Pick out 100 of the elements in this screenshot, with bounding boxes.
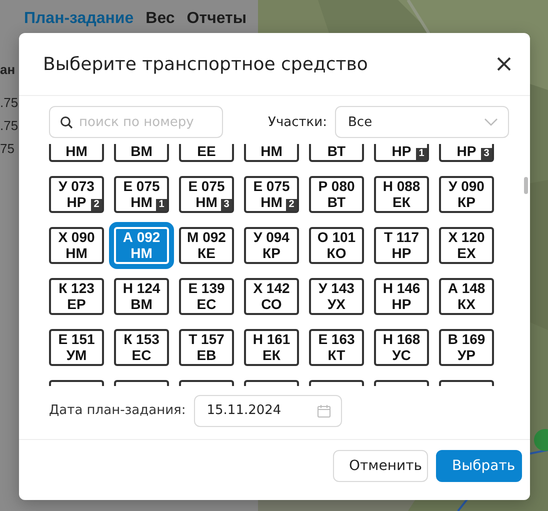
count-badge: 3 <box>481 148 492 160</box>
plate-region: КХ <box>458 296 476 312</box>
plate-region: ЕР <box>67 296 86 312</box>
plate-number: Е 151 <box>58 331 95 347</box>
plate-region: ЕХ <box>457 245 476 261</box>
plate-tile[interactable]: ВТ <box>309 144 364 162</box>
plate-number: В 169 <box>448 331 486 347</box>
plate-region: НР <box>392 296 412 312</box>
plate-region: НМ <box>260 144 282 159</box>
plate-tile[interactable]: Н 124 ВМ <box>114 278 169 315</box>
plate-region: КЕ <box>198 245 216 261</box>
plate-tile[interactable]: Е 075 НМ 1 <box>114 176 169 213</box>
plate-number: Н 168 <box>382 331 420 347</box>
plate-tile[interactable]: НМ <box>49 144 104 162</box>
plate-tile[interactable]: К 153 ЕС <box>114 329 169 366</box>
plate-number: К 153 <box>124 331 160 347</box>
area-dropdown[interactable]: Все <box>335 106 509 138</box>
plate-number: У 094 <box>254 229 290 245</box>
plate-region: ВМ <box>130 144 152 159</box>
plate-number: М 092 <box>187 229 226 245</box>
plate-tile[interactable]: Х 090 НМ <box>49 227 104 264</box>
date-label: Дата план-задания: <box>49 403 186 418</box>
plate-region: НР <box>66 194 86 210</box>
plate-number: Х 120 <box>448 229 485 245</box>
table-cell: .75 <box>0 95 18 110</box>
plate-tile[interactable]: У 090 КР <box>439 176 494 213</box>
plate-region: ВТ <box>327 194 346 210</box>
cancel-button[interactable]: Отменить <box>333 450 428 482</box>
table-cell: 75 <box>0 141 14 156</box>
select-button[interactable]: Выбрать <box>436 450 522 482</box>
plate-tile[interactable]: Н 161 ЕК <box>244 329 299 366</box>
plate-tile[interactable]: НМ <box>244 144 299 162</box>
plate-tile[interactable]: Т 117 НР <box>374 227 429 264</box>
count-badge: 1 <box>156 199 167 211</box>
plate-region: КО <box>326 245 346 261</box>
plate-tile[interactable]: К 123 ЕР <box>49 278 104 315</box>
plate-tile[interactable]: У 073 НР 2 <box>49 176 104 213</box>
plate-region: ЕС <box>132 347 152 363</box>
plate-tile[interactable]: У 094 КР <box>244 227 299 264</box>
count-badge: 2 <box>286 199 297 211</box>
plate-number: А 148 <box>448 280 486 296</box>
plate-region: НР <box>392 245 412 261</box>
chevron-icon <box>484 118 498 126</box>
plate-tile[interactable]: А 148 КХ <box>439 278 494 315</box>
plate-region: СО <box>261 296 282 312</box>
plate-tile[interactable]: НР 1 <box>374 144 429 162</box>
plate-tile[interactable]: О 101 КО <box>309 227 364 264</box>
table-cell: ан <box>0 62 16 77</box>
plate-tile[interactable]: Е 075 НМ 3 <box>179 176 234 213</box>
plate-tile[interactable]: Е 151 УМ <box>49 329 104 366</box>
plate-tile[interactable]: Р 080 ВТ <box>309 176 364 213</box>
plate-region: КР <box>458 194 476 210</box>
plate-number: У 073 <box>58 178 94 194</box>
plate-region: ЕЕ <box>197 144 216 159</box>
plate-region: УС <box>392 347 411 363</box>
nav-tab[interactable]: Отчеты <box>186 10 247 32</box>
dialog-title: Выберите транспортное средство <box>43 54 368 74</box>
plate-number: Е 075 <box>123 178 160 194</box>
plate-region: НМ <box>66 245 88 261</box>
plate-number: Е 075 <box>253 178 290 194</box>
calendar-icon <box>316 404 331 418</box>
plate-tile[interactable]: Н 168 УС <box>374 329 429 366</box>
plate-tile[interactable]: Х 142 СО <box>244 278 299 315</box>
plate-number: Н 161 <box>252 331 290 347</box>
plate-tile[interactable]: Т 157 ЕВ <box>179 329 234 366</box>
plate-region: НР <box>456 144 476 159</box>
plate-region: ВМ <box>130 296 152 312</box>
plate-tile[interactable]: Е 139 ЕС <box>179 278 234 315</box>
plate-tile[interactable]: В 169 УР <box>439 329 494 366</box>
count-badge: 2 <box>91 199 102 211</box>
plate-tile[interactable]: Е 075 НМ 2 <box>244 176 299 213</box>
filter-label: Участки: <box>268 114 327 130</box>
plate-tile[interactable]: Х 120 ЕХ <box>439 227 494 264</box>
plate-region: КТ <box>328 347 346 363</box>
plate-tile[interactable]: Н 146 НР <box>374 278 429 315</box>
nav-tab[interactable]: Вес <box>146 10 175 32</box>
plate-number: Х 142 <box>253 280 290 296</box>
plate-region: НМ <box>260 194 282 210</box>
plate-tile[interactable]: НР 3 <box>439 144 494 162</box>
scrollbar-thumb[interactable] <box>524 177 528 194</box>
plate-number: К 123 <box>58 280 94 296</box>
count-badge: 1 <box>416 148 427 160</box>
date-field[interactable]: 15.11.2024 <box>194 394 342 426</box>
plate-number: А 092 <box>122 229 160 245</box>
plate-region: НМ <box>130 245 152 261</box>
plate-tile[interactable]: У 143 УХ <box>309 278 364 315</box>
close-icon[interactable] <box>496 56 512 72</box>
plate-tile[interactable]: ВМ <box>114 144 169 162</box>
plate-tile[interactable]: Е 163 КТ <box>309 329 364 366</box>
plate-tile[interactable]: М 092 КЕ <box>179 227 234 264</box>
plate-region: ЕС <box>196 296 216 312</box>
plate-tile[interactable]: Н 088 ЕК <box>374 176 429 213</box>
search-field[interactable]: поиск по номеру <box>49 106 223 138</box>
plate-number: Н 124 <box>122 280 160 296</box>
plate-region: ЕВ <box>196 347 216 363</box>
plate-region: НМ <box>66 144 88 159</box>
plate-region: НМ <box>196 194 218 210</box>
plate-tile[interactable]: ЕЕ <box>179 144 234 162</box>
plate-number: О 101 <box>317 229 356 245</box>
plate-number: Т 117 <box>384 229 420 245</box>
